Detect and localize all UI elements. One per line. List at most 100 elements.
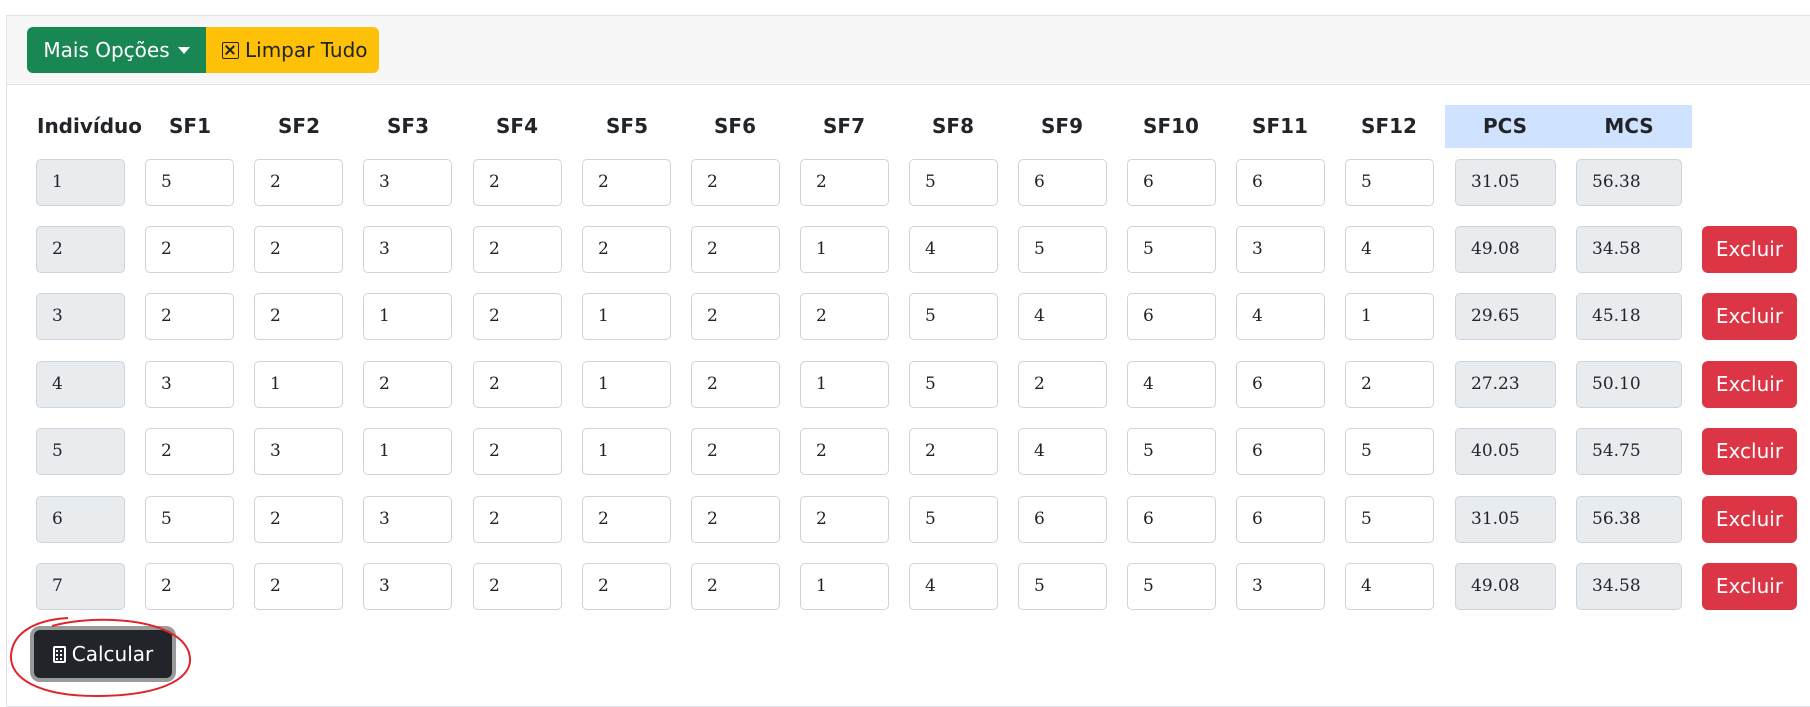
- mcs-field[interactable]: 54.75: [1576, 428, 1682, 475]
- sf10-input[interactable]: 6: [1127, 293, 1216, 340]
- sf3-input[interactable]: 1: [363, 428, 452, 475]
- mcs-field[interactable]: 50.10: [1576, 361, 1682, 408]
- sf8-input[interactable]: 4: [909, 563, 998, 610]
- sf4-input[interactable]: 2: [473, 496, 562, 543]
- sf1-input[interactable]: 2: [145, 293, 234, 340]
- sf9-input[interactable]: 5: [1018, 226, 1107, 273]
- individual-id-field[interactable]: 3: [36, 293, 125, 340]
- mcs-field[interactable]: 34.58: [1576, 226, 1682, 273]
- sf12-input[interactable]: 5: [1345, 428, 1434, 475]
- pcs-field[interactable]: 27.23: [1455, 361, 1556, 408]
- sf4-input[interactable]: 2: [473, 293, 562, 340]
- delete-row-button[interactable]: Excluir: [1702, 496, 1797, 543]
- sf4-input[interactable]: 2: [473, 361, 562, 408]
- sf5-input[interactable]: 2: [582, 159, 671, 206]
- calculate-button[interactable]: Calcular: [34, 630, 172, 678]
- sf6-input[interactable]: 2: [691, 226, 780, 273]
- sf10-input[interactable]: 5: [1127, 563, 1216, 610]
- sf8-input[interactable]: 5: [909, 293, 998, 340]
- sf5-input[interactable]: 2: [582, 563, 671, 610]
- sf1-input[interactable]: 2: [145, 428, 234, 475]
- sf5-input[interactable]: 2: [582, 226, 671, 273]
- clear-all-button[interactable]: Limpar Tudo: [206, 27, 379, 73]
- sf6-input[interactable]: 2: [691, 496, 780, 543]
- sf9-input[interactable]: 5: [1018, 563, 1107, 610]
- pcs-field[interactable]: 31.05: [1455, 496, 1556, 543]
- sf3-input[interactable]: 3: [363, 226, 452, 273]
- sf9-input[interactable]: 4: [1018, 293, 1107, 340]
- delete-row-button[interactable]: Excluir: [1702, 361, 1797, 408]
- individual-id-field[interactable]: 7: [36, 563, 125, 610]
- sf10-input[interactable]: 6: [1127, 159, 1216, 206]
- pcs-field[interactable]: 49.08: [1455, 563, 1556, 610]
- mcs-field[interactable]: 56.38: [1576, 159, 1682, 206]
- sf4-input[interactable]: 2: [473, 226, 562, 273]
- sf8-input[interactable]: 5: [909, 496, 998, 543]
- sf4-input[interactable]: 2: [473, 563, 562, 610]
- mcs-field[interactable]: 56.38: [1576, 496, 1682, 543]
- sf2-input[interactable]: 3: [254, 428, 343, 475]
- pcs-field[interactable]: 49.08: [1455, 226, 1556, 273]
- sf12-input[interactable]: 5: [1345, 159, 1434, 206]
- sf2-input[interactable]: 2: [254, 293, 343, 340]
- more-options-button[interactable]: Mais Opções: [27, 27, 206, 73]
- sf11-input[interactable]: 6: [1236, 496, 1325, 543]
- mcs-field[interactable]: 45.18: [1576, 293, 1682, 340]
- sf11-input[interactable]: 3: [1236, 563, 1325, 610]
- sf5-input[interactable]: 1: [582, 428, 671, 475]
- sf7-input[interactable]: 2: [800, 496, 889, 543]
- sf8-input[interactable]: 4: [909, 226, 998, 273]
- sf1-input[interactable]: 3: [145, 361, 234, 408]
- sf2-input[interactable]: 2: [254, 226, 343, 273]
- sf3-input[interactable]: 2: [363, 361, 452, 408]
- sf2-input[interactable]: 2: [254, 563, 343, 610]
- delete-row-button[interactable]: Excluir: [1702, 428, 1797, 475]
- sf8-input[interactable]: 5: [909, 159, 998, 206]
- individual-id-field[interactable]: 4: [36, 361, 125, 408]
- sf11-input[interactable]: 6: [1236, 428, 1325, 475]
- sf7-input[interactable]: 2: [800, 159, 889, 206]
- sf1-input[interactable]: 2: [145, 226, 234, 273]
- sf2-input[interactable]: 2: [254, 159, 343, 206]
- sf7-input[interactable]: 1: [800, 361, 889, 408]
- individual-id-field[interactable]: 2: [36, 226, 125, 273]
- pcs-field[interactable]: 31.05: [1455, 159, 1556, 206]
- sf2-input[interactable]: 2: [254, 496, 343, 543]
- delete-row-button[interactable]: Excluir: [1702, 563, 1797, 610]
- sf12-input[interactable]: 4: [1345, 563, 1434, 610]
- sf10-input[interactable]: 6: [1127, 496, 1216, 543]
- sf7-input[interactable]: 1: [800, 563, 889, 610]
- sf11-input[interactable]: 6: [1236, 361, 1325, 408]
- individual-id-field[interactable]: 6: [36, 496, 125, 543]
- sf6-input[interactable]: 2: [691, 361, 780, 408]
- sf3-input[interactable]: 1: [363, 293, 452, 340]
- sf7-input[interactable]: 1: [800, 226, 889, 273]
- sf9-input[interactable]: 6: [1018, 159, 1107, 206]
- sf12-input[interactable]: 2: [1345, 361, 1434, 408]
- sf7-input[interactable]: 2: [800, 428, 889, 475]
- sf10-input[interactable]: 4: [1127, 361, 1216, 408]
- sf6-input[interactable]: 2: [691, 428, 780, 475]
- individual-id-field[interactable]: 5: [36, 428, 125, 475]
- pcs-field[interactable]: 29.65: [1455, 293, 1556, 340]
- sf10-input[interactable]: 5: [1127, 428, 1216, 475]
- sf4-input[interactable]: 2: [473, 159, 562, 206]
- sf9-input[interactable]: 2: [1018, 361, 1107, 408]
- sf4-input[interactable]: 2: [473, 428, 562, 475]
- sf1-input[interactable]: 5: [145, 496, 234, 543]
- sf1-input[interactable]: 2: [145, 563, 234, 610]
- sf5-input[interactable]: 2: [582, 496, 671, 543]
- sf3-input[interactable]: 3: [363, 496, 452, 543]
- sf10-input[interactable]: 5: [1127, 226, 1216, 273]
- sf12-input[interactable]: 5: [1345, 496, 1434, 543]
- sf9-input[interactable]: 6: [1018, 496, 1107, 543]
- pcs-field[interactable]: 40.05: [1455, 428, 1556, 475]
- sf7-input[interactable]: 2: [800, 293, 889, 340]
- mcs-field[interactable]: 34.58: [1576, 563, 1682, 610]
- sf11-input[interactable]: 4: [1236, 293, 1325, 340]
- sf1-input[interactable]: 5: [145, 159, 234, 206]
- delete-row-button[interactable]: Excluir: [1702, 293, 1797, 340]
- sf2-input[interactable]: 1: [254, 361, 343, 408]
- sf9-input[interactable]: 4: [1018, 428, 1107, 475]
- sf5-input[interactable]: 1: [582, 361, 671, 408]
